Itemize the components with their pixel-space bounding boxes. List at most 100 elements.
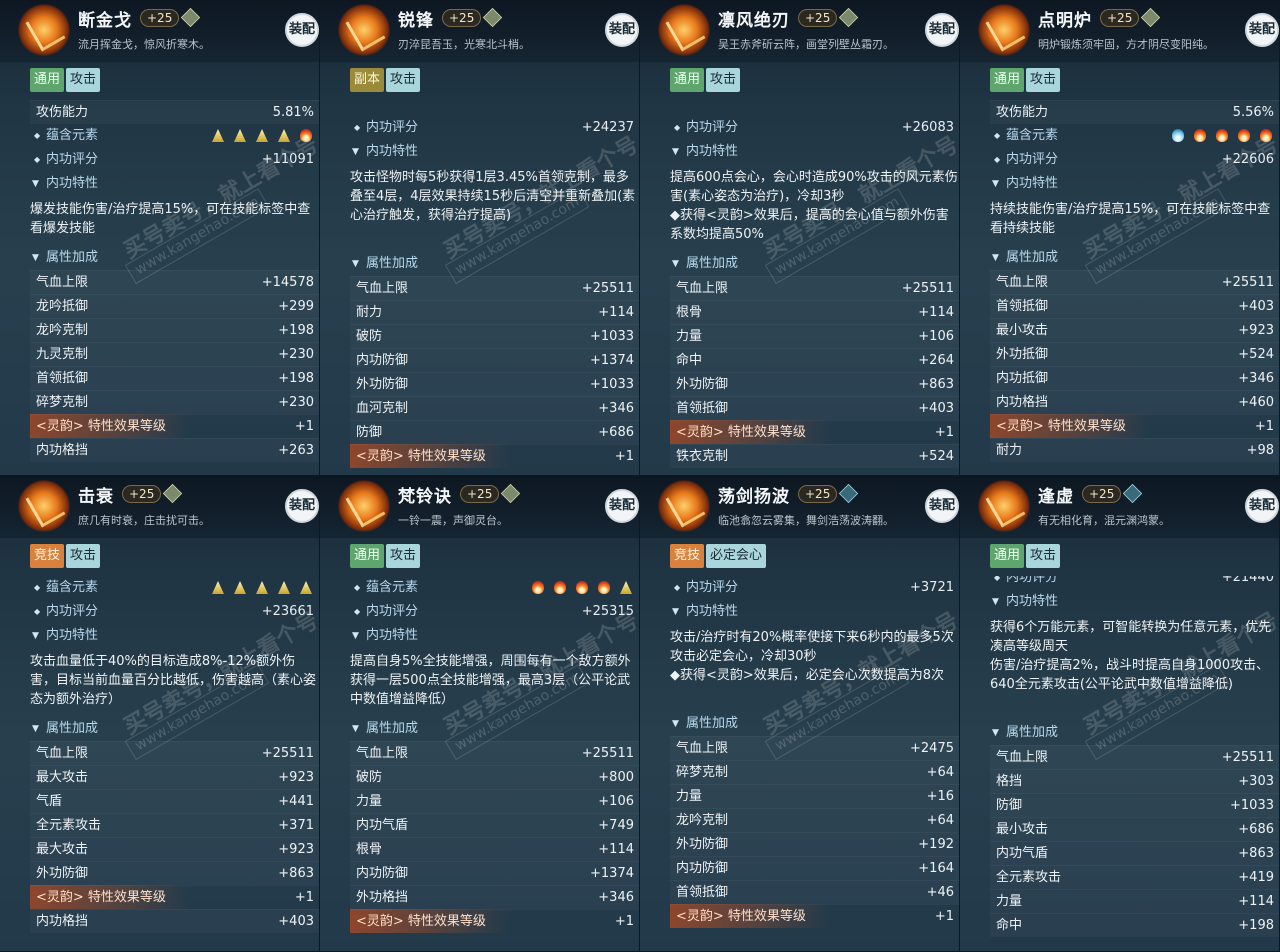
row-value: +1033 (590, 329, 634, 344)
row-label: 龙吟克制 (36, 323, 89, 338)
row-value: +863 (1238, 846, 1274, 861)
card-details[interactable]: 蕴含元素内功评分 +23661 内功特性攻击血量低于40%的目标造成8%-12%额外… (30, 576, 319, 951)
row-value: +25511 (261, 746, 314, 761)
soul-card[interactable]: 逢虚 +25 有无相化育，混元渊鸿蒙。 装配通用攻击内功评分 +21440 内功特性获得6… (960, 476, 1280, 952)
card-details[interactable]: 攻伤能力 5.56% 蕴含元素内功评分 +22606 内功特性持续技能伤害/治疗提高15… (990, 100, 1279, 475)
row-value: +1 (294, 890, 314, 905)
section-header[interactable]: 属性加成 (350, 717, 639, 741)
section-row: 蕴含元素 (30, 576, 319, 600)
row-value: +21440 (1221, 576, 1274, 585)
card-details[interactable]: 内功评分 +24237 内功特性攻击怪物时每5秒获得1层3.45%首领克制，最多叠至… (350, 100, 639, 475)
row-label: <灵韵> 特性效果等级 (676, 909, 806, 924)
row-label: 命中 (676, 353, 703, 368)
card-details[interactable]: 内功评分 +21440 内功特性获得6个万能元素，可智能转换为任意元素，优先凑高等级… (990, 576, 1279, 951)
section-header[interactable]: 内功特性 (350, 140, 639, 164)
tag-list: 竞技 必定会心 (670, 544, 767, 568)
card-details[interactable]: 内功评分 +3721 内功特性攻击/治疗时有20%概率使接下来6秒内的最多5次攻击必… (670, 576, 959, 951)
row-value: +263 (278, 443, 314, 458)
row-value: +64 (926, 813, 954, 828)
row-label: 首领抵御 (676, 401, 729, 416)
row-value: +1 (294, 419, 314, 434)
section-header[interactable]: 属性加成 (990, 246, 1279, 270)
equip-button[interactable]: 装配 (925, 489, 959, 523)
row-label: <灵韵> 特性效果等级 (36, 890, 166, 905)
section-row: 蕴含元素 (30, 124, 319, 148)
fire-element-icon (1194, 129, 1206, 142)
card-details[interactable]: 攻伤能力 5.81% 蕴含元素内功评分 +11091 内功特性爆发技能伤害/治疗提高15… (30, 100, 319, 475)
row-label: 格挡 (996, 774, 1023, 789)
soul-card[interactable]: 断金戈 +25 流月挥金戈，惊风折寒木。 装配通用攻击攻伤能力 5.81% 蕴含元素内功评… (0, 0, 320, 476)
row-label: 内功评分 (46, 152, 99, 167)
row-value: 5.56% (1232, 105, 1274, 120)
section-header[interactable]: 内功特性 (30, 624, 319, 648)
equip-button[interactable]: 装配 (285, 489, 319, 523)
soul-card[interactable]: 梵铃诀 +25 一铃一震，声御灵台。 装配通用攻击蕴含元素内功评分 +25315 内功特性… (320, 476, 640, 952)
section-header[interactable]: 内功特性 (670, 140, 959, 164)
section-header[interactable]: 内功特性 (30, 172, 319, 196)
section-header[interactable]: 属性加成 (670, 252, 959, 276)
earth-element-icon (278, 129, 290, 142)
level-badge: +25 (122, 485, 162, 503)
section-header[interactable]: 内功特性 (990, 590, 1279, 614)
category-tag: 攻击 (706, 68, 741, 92)
section-header[interactable]: 属性加成 (350, 252, 639, 276)
category-tag: 竞技 (30, 544, 65, 568)
soul-card[interactable]: 荡剑扬波 +25 临池翕忽云雾集，舞剑浩荡波涛翻。 装配竞技必定会心内功评分 +3721… (640, 476, 960, 952)
card-details[interactable]: 内功评分 +26083 内功特性提高600点会心，会心时造成90%攻击的风元素伤害(… (670, 100, 959, 475)
equip-button[interactable]: 装配 (285, 13, 319, 47)
stat-row: 内功气盾 +749 (350, 813, 639, 837)
stat-row: 外功抵御 +524 (990, 342, 1279, 366)
stat-row: 全元素攻击 +371 (30, 813, 319, 837)
stat-row: 气盾 +441 (30, 789, 319, 813)
row-label: 命中 (996, 918, 1023, 933)
section-header[interactable]: 内功特性 (350, 624, 639, 648)
row-label: 内功评分 (46, 604, 99, 619)
stat-row: 破防 +1033 (350, 324, 639, 348)
soul-card[interactable]: 锐锋 +25 刃淬昆吾玉，光寒北斗梢。 装配副本攻击内功评分 +24237 内功特性攻击怪… (320, 0, 640, 476)
section-header[interactable]: 属性加成 (670, 712, 959, 736)
stat-row: 外功防御 +1033 (350, 372, 639, 396)
row-value: +460 (1238, 395, 1274, 410)
row-label: 气血上限 (36, 746, 89, 761)
soul-emblem-icon (338, 4, 390, 56)
row-label: 破防 (356, 329, 383, 344)
category-tag: 攻击 (386, 68, 421, 92)
tag-list: 副本 攻击 (350, 68, 421, 92)
effect-text: 攻击怪物时每5秒获得1层3.45%首领克制，最多叠至4层，4层效果持续15秒后清… (350, 170, 636, 223)
soul-card[interactable]: 凛风绝刃+25吴王赤斧斫云阵，画堂列壁丛霜刃。装配通用攻击内功评分+26083内… (640, 0, 960, 476)
stat-row: 气血上限 +2475 (670, 736, 959, 760)
row-label: 防御 (996, 798, 1023, 813)
fire-element-icon (576, 581, 588, 594)
section-header[interactable]: 属性加成 (30, 246, 319, 270)
card-description: 有无相化育，混元渊鸿蒙。 (1038, 514, 1170, 527)
category-tag: 通用 (670, 68, 705, 92)
category-tag: 通用 (30, 68, 65, 92)
row-label: 攻伤能力 (36, 105, 89, 120)
section-header[interactable]: 属性加成 (30, 717, 319, 741)
equip-button[interactable]: 装配 (1245, 13, 1279, 47)
fire-element-icon (532, 581, 544, 594)
equip-button[interactable]: 装配 (925, 13, 959, 47)
soul-card[interactable]: 击衰 +25 庶几有时衰，庄击扰可击。 装配竞技攻击蕴含元素内功评分 +23661 内功特… (0, 476, 320, 952)
stat-row: 气血上限 +14578 (30, 270, 319, 294)
equip-button[interactable]: 装配 (1245, 489, 1279, 523)
equip-button[interactable]: 装配 (605, 489, 639, 523)
section-header[interactable]: 内功特性 (670, 600, 959, 624)
row-label: 内功评分 (1006, 152, 1059, 167)
effect-text: 爆发技能伤害/治疗提高15%，可在技能标签中查看爆发技能 (30, 202, 311, 236)
section-header[interactable]: 属性加成 (990, 721, 1279, 745)
row-value: +98 (1246, 443, 1274, 458)
row-label: 内功抵御 (996, 371, 1049, 386)
stat-row: 攻伤能力 5.56% (990, 100, 1279, 124)
row-value: +403 (1238, 299, 1274, 314)
card-details[interactable]: 蕴含元素内功评分 +25315 内功特性提高自身5%全技能增强，周围每有一个敌方额外… (350, 576, 639, 951)
equip-button[interactable]: 装配 (605, 13, 639, 47)
row-value: +164 (918, 861, 954, 876)
row-label: 破防 (356, 770, 383, 785)
section-header[interactable]: 内功特性 (990, 172, 1279, 196)
row-value: +198 (278, 323, 314, 338)
soul-card[interactable]: 点明炉 +25 明炉锻炼须牢固，方才阴尽变阳纯。 装配通用攻击攻伤能力 5.56% 蕴含元… (960, 0, 1280, 476)
row-value: +23661 (261, 604, 314, 619)
row-value: +46 (926, 885, 954, 900)
category-tag: 副本 (350, 68, 385, 92)
